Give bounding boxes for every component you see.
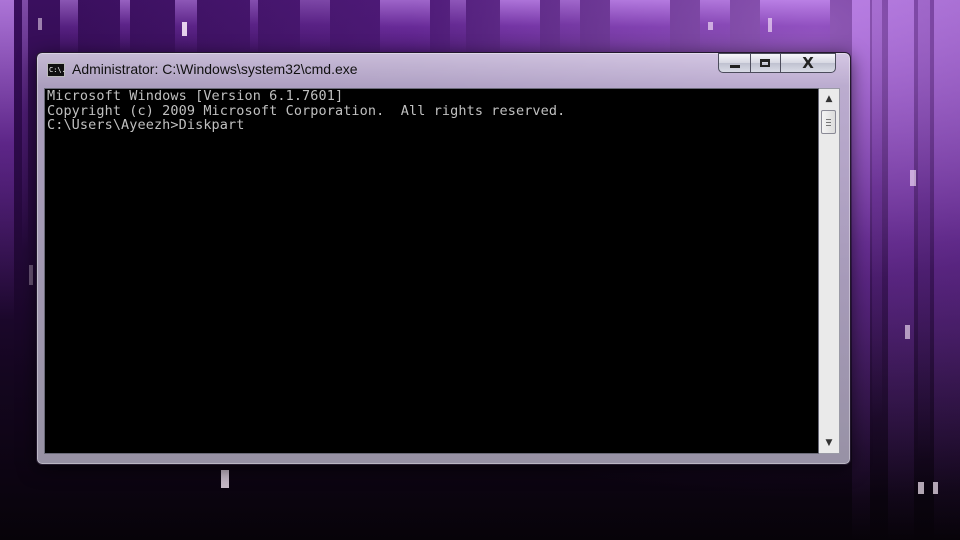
cmd-window[interactable]: C:\. Administrator: C:\Windows\system32\… [36, 52, 851, 465]
close-button[interactable]: X [780, 53, 836, 73]
console-prompt-line[interactable]: C:\Users\Ayeezh>Diskpart [47, 118, 818, 133]
cmd-icon-text: C:\. [49, 66, 66, 74]
scroll-down-arrow-icon[interactable]: ▼ [821, 434, 837, 452]
scroll-thumb[interactable] [821, 110, 836, 134]
vertical-scrollbar[interactable]: ▲ ▼ [819, 88, 840, 454]
maximize-button[interactable] [750, 53, 780, 73]
scroll-up-arrow-icon[interactable]: ▲ [821, 90, 837, 108]
console-line: Microsoft Windows [Version 6.1.7601] [47, 88, 344, 104]
console-output[interactable]: Microsoft Windows [Version 6.1.7601] Cop… [44, 88, 819, 454]
title-bar[interactable]: C:\. Administrator: C:\Windows\system32\… [37, 53, 850, 87]
minimize-button[interactable] [718, 53, 750, 73]
console-line: Copyright (c) 2009 Microsoft Corporation… [47, 102, 566, 119]
close-icon: X [802, 54, 814, 72]
minimize-icon [730, 65, 740, 68]
maximize-icon [760, 59, 770, 67]
cmd-icon[interactable]: C:\. [47, 63, 66, 77]
window-title: Administrator: C:\Windows\system32\cmd.e… [72, 61, 358, 77]
